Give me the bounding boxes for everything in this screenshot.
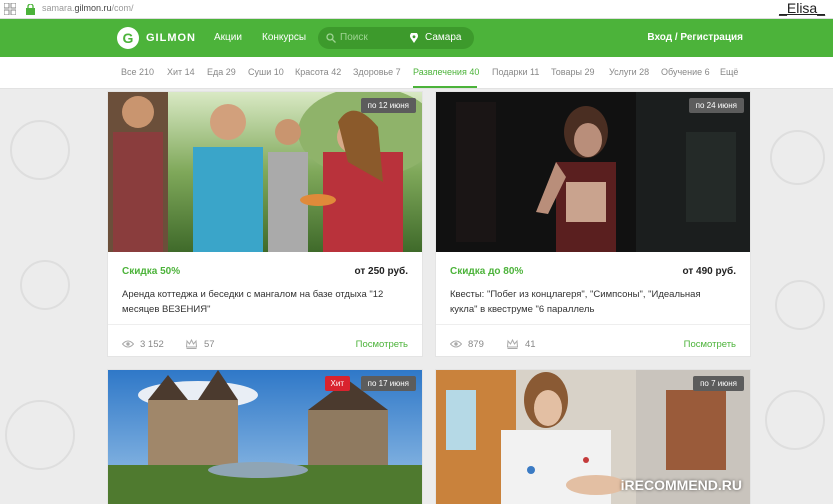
category-food[interactable]: Еда 29: [207, 67, 236, 77]
category-entertainment[interactable]: Развлечения 40: [413, 67, 479, 77]
deal-discount: Скидка 50%: [122, 266, 181, 277]
search-input[interactable]: Поиск: [340, 32, 368, 43]
category-beauty[interactable]: Красота 42: [295, 67, 341, 77]
deal-card[interactable]: по 12 июня Скидка 50% от 250 руб. Аренда…: [107, 91, 423, 357]
deal-card[interactable]: по 24 июня Скидка до 80% от 490 руб. Кве…: [435, 91, 751, 357]
search-bar[interactable]: Поиск Самара: [318, 27, 474, 49]
apps-grid-icon[interactable]: [4, 3, 16, 15]
search-icon: [326, 33, 336, 43]
deal-card[interactable]: по 7 июня iRECOMMEND.RU: [435, 369, 751, 504]
deal-title[interactable]: Аренда коттеджа и беседки с мангалом на …: [122, 287, 392, 317]
deal-purchases-count: 41: [525, 339, 536, 350]
background-doodle: [20, 260, 70, 310]
deal-title[interactable]: Квесты: "Побег из концлагеря", "Симпсоны…: [450, 287, 720, 317]
card-divider: [436, 324, 750, 325]
card-divider: [108, 324, 422, 325]
url-text[interactable]: samara.gilmon.ru/com/: [42, 3, 134, 13]
deal-views-count: 3 152: [140, 339, 164, 350]
background-doodle: [765, 390, 825, 450]
background-doodle: [10, 120, 70, 180]
deal-date-badge: по 12 июня: [360, 98, 416, 113]
city-selector[interactable]: Самара: [425, 32, 461, 43]
active-category-underline: [413, 86, 477, 88]
nav-promotions[interactable]: Акции: [214, 32, 242, 43]
deal-purchases-count: 57: [204, 339, 215, 350]
background-doodle: [775, 280, 825, 330]
deal-photo-quest[interactable]: [436, 92, 750, 252]
purchases-crown-icon: [186, 339, 197, 349]
background-doodle: [770, 130, 825, 185]
browser-address-bar: samara.gilmon.ru/com/ _Elisa_: [0, 0, 833, 19]
site-header: G GILMON Акции Конкурсы Поиск Самара Вхо…: [0, 19, 833, 57]
category-services[interactable]: Услуги 28: [609, 67, 649, 77]
views-eye-icon: [450, 340, 462, 348]
deal-date-badge: по 7 июня: [693, 376, 744, 391]
views-eye-icon: [122, 340, 134, 348]
category-goods[interactable]: Товары 29: [551, 67, 594, 77]
purchases-crown-icon: [507, 339, 518, 349]
deal-date-badge: по 24 июня: [688, 98, 744, 113]
view-deal-link[interactable]: Посмотреть: [356, 339, 408, 350]
deal-discount: Скидка до 80%: [450, 266, 524, 277]
brand-name[interactable]: GILMON: [146, 32, 196, 44]
deal-price: от 490 руб.: [682, 266, 737, 277]
login-register-link[interactable]: Вход / Регистрация: [647, 32, 743, 43]
deal-date-badge: по 17 июня: [360, 376, 416, 391]
location-pin-icon: [410, 33, 418, 43]
lock-icon: [26, 4, 35, 15]
deal-card[interactable]: Хит по 17 июня: [107, 369, 423, 504]
deal-price: от 250 руб.: [354, 266, 409, 277]
deal-photo-bbq[interactable]: [108, 92, 422, 252]
category-hit[interactable]: Хит 14: [167, 67, 195, 77]
category-more[interactable]: Ещё: [720, 67, 738, 77]
category-health[interactable]: Здоровье 7: [353, 67, 401, 77]
category-gifts[interactable]: Подарки 11: [492, 67, 539, 77]
background-doodle: [5, 400, 75, 470]
watermark: iRECOMMEND.RU: [620, 477, 742, 493]
user-tag: _Elisa_: [779, 0, 825, 16]
nav-contests[interactable]: Конкурсы: [262, 32, 306, 43]
view-deal-link[interactable]: Посмотреть: [684, 339, 736, 350]
category-education[interactable]: Обучение 6: [661, 67, 710, 77]
logo-icon[interactable]: G: [117, 27, 139, 49]
category-sushi[interactable]: Суши 10: [248, 67, 284, 77]
category-bar: Все 210 Хит 14 Еда 29 Суши 10 Красота 42…: [0, 57, 833, 89]
deal-views-count: 879: [468, 339, 484, 350]
hit-badge: Хит: [324, 376, 350, 391]
category-all[interactable]: Все 210: [121, 67, 154, 77]
